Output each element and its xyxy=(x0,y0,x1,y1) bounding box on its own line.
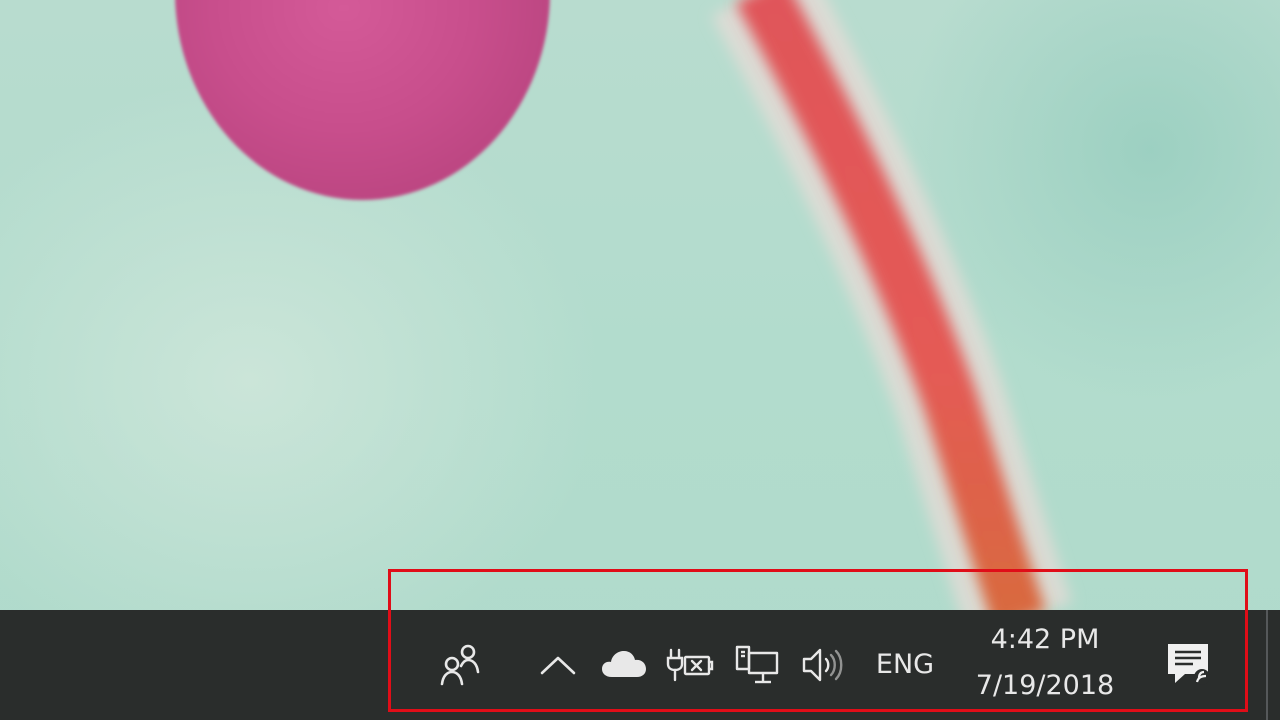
show-desktop-edge[interactable] xyxy=(1266,610,1268,720)
highlight-box xyxy=(388,569,1248,712)
flower-stem xyxy=(711,0,1073,610)
desktop-wallpaper xyxy=(0,0,1280,610)
